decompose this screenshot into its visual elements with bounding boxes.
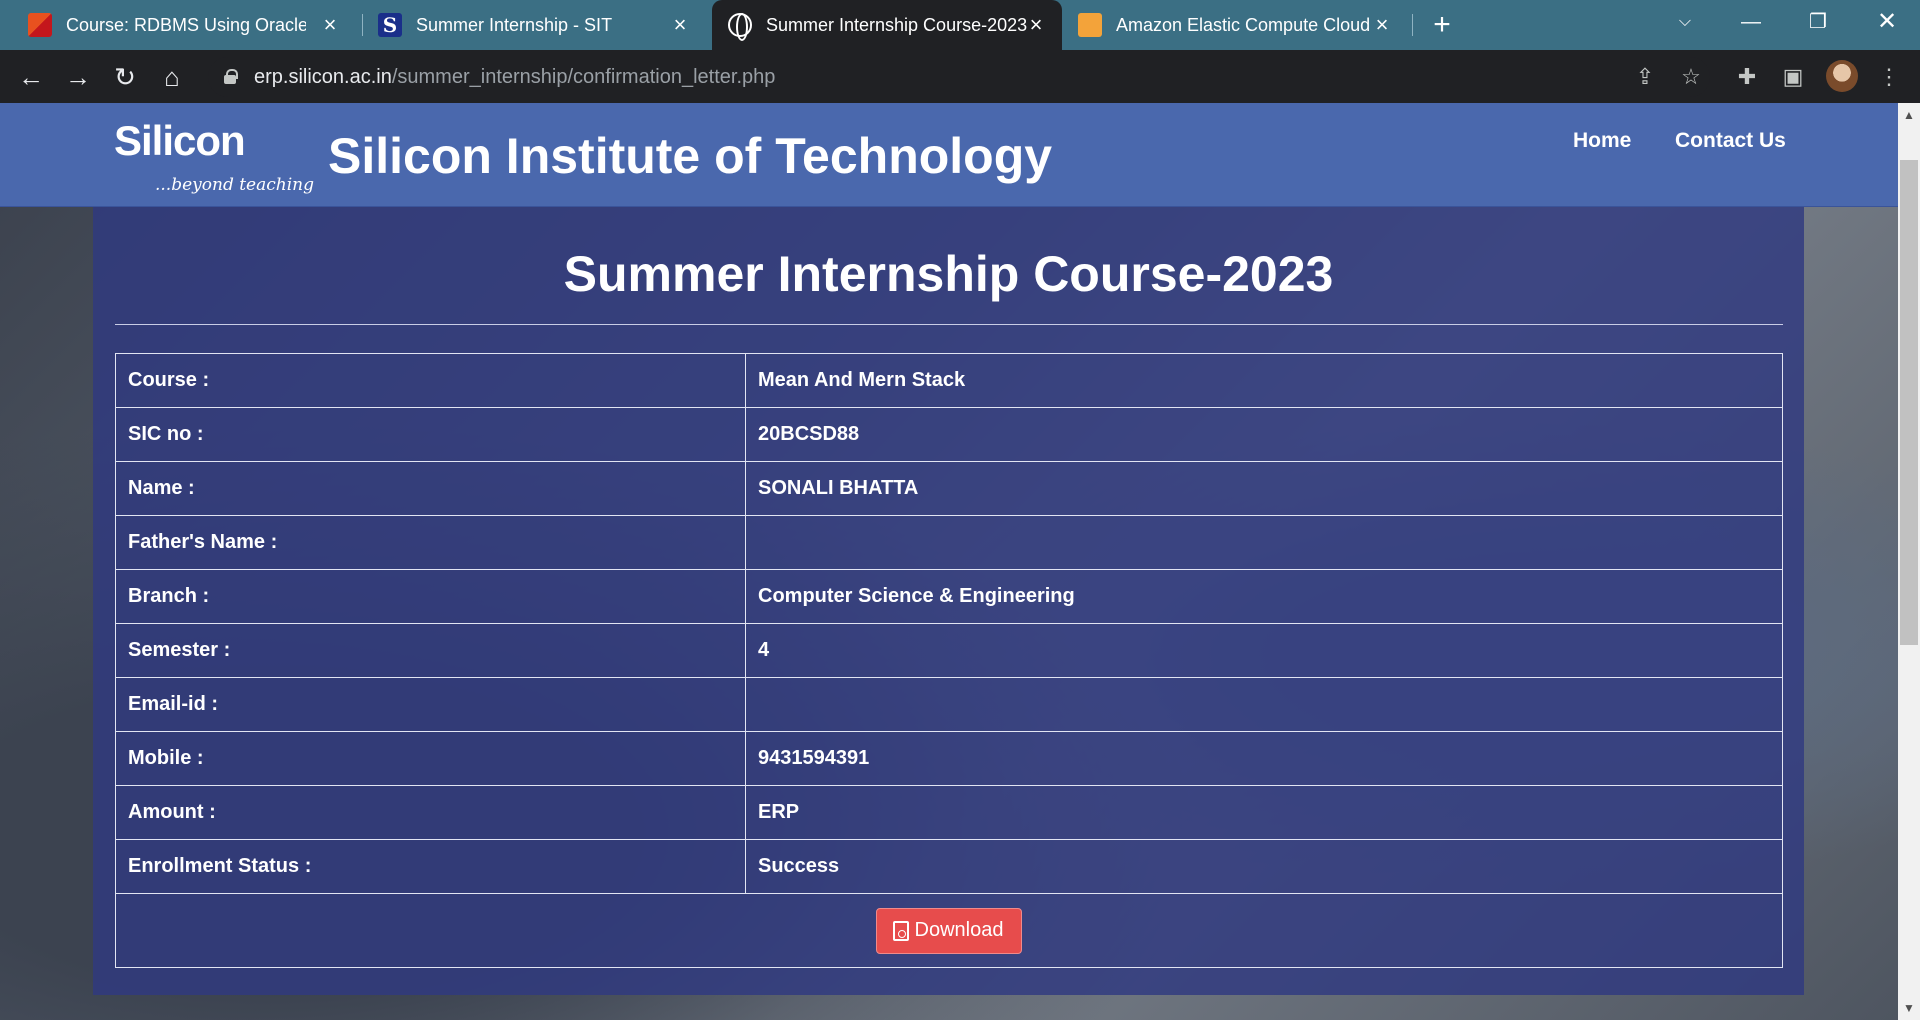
lock-icon[interactable] xyxy=(224,69,238,84)
row-label: Semester : xyxy=(115,623,746,678)
side-panel-icon[interactable]: ▣ xyxy=(1776,60,1810,94)
close-window-icon[interactable]: ✕ xyxy=(1862,0,1912,44)
browser-tab-amazon-ec2[interactable]: Amazon Elastic Compute Cloud ( × xyxy=(1078,0,1408,50)
table-row: Enrollment Status : Success xyxy=(115,839,1783,894)
pdf-file-icon xyxy=(892,920,909,941)
page-viewport: Silicon ...beyond teaching Silicon Insti… xyxy=(0,103,1898,1020)
browser-toolbar: ← → ↻ ⌂ erp.silicon.ac.in/summer_interns… xyxy=(0,50,1920,103)
table-row: Branch : Computer Science & Engineering xyxy=(115,569,1783,624)
close-tab-icon[interactable]: × xyxy=(318,13,342,37)
scroll-down-arrow-icon[interactable]: ▼ xyxy=(1898,998,1920,1018)
profile-avatar[interactable] xyxy=(1826,60,1858,92)
table-row: Mobile :9431594391 xyxy=(115,731,1783,786)
download-label: Download xyxy=(914,919,1004,941)
address-bar[interactable]: erp.silicon.ac.in/summer_internship/conf… xyxy=(208,57,1710,97)
enrollment-details-table: Course : Mean And Mern Stack SIC no :20BC… xyxy=(115,353,1783,968)
oracle-favicon-icon xyxy=(28,13,52,37)
new-tab-button[interactable]: + xyxy=(1426,9,1458,41)
scroll-up-arrow-icon[interactable]: ▲ xyxy=(1898,105,1920,125)
minimize-window-icon[interactable]: — xyxy=(1726,0,1776,44)
back-arrow-icon[interactable]: ← xyxy=(14,60,48,94)
close-tab-icon[interactable]: × xyxy=(668,13,692,37)
download-button[interactable]: Download xyxy=(875,907,1023,954)
browser-tab-rdbms[interactable]: Course: RDBMS Using Oracle × xyxy=(28,0,356,50)
close-tab-icon[interactable]: × xyxy=(1024,13,1048,37)
logo-tagline: ...beyond teaching xyxy=(155,175,314,195)
close-tab-icon[interactable]: × xyxy=(1370,13,1394,37)
tab-title: Summer Internship Course-2023 xyxy=(766,14,1028,35)
row-label: Father's Name : xyxy=(115,515,746,570)
row-value xyxy=(745,677,1783,732)
table-row: Name : SONALI BHATTA xyxy=(115,461,1783,516)
row-value: 9431594391 xyxy=(745,731,1783,786)
table-row: Email-id : xyxy=(115,677,1783,732)
row-label: Name : xyxy=(115,461,746,516)
silicon-logo[interactable]: Silicon xyxy=(114,117,246,165)
row-label: Course : xyxy=(115,353,746,408)
page-title: Summer Internship Course-2023 xyxy=(563,246,1334,302)
nav-contact-us-link[interactable]: Contact Us xyxy=(1675,129,1786,153)
browser-menu-icon[interactable]: ⋮ xyxy=(1872,60,1906,94)
row-value xyxy=(745,515,1783,570)
table-row: Course : Mean And Mern Stack xyxy=(115,353,1783,408)
row-value: 4 xyxy=(745,623,1783,678)
extensions-puzzle-icon[interactable]: ✚ xyxy=(1730,60,1764,94)
site-title: Silicon Institute of Technology xyxy=(328,128,1053,184)
title-divider xyxy=(115,324,1783,325)
share-icon[interactable]: ⇪ xyxy=(1628,60,1662,94)
tab-title: Amazon Elastic Compute Cloud ( xyxy=(1116,14,1372,35)
row-value: SONALI BHATTA xyxy=(745,461,1783,516)
aws-box-favicon-icon xyxy=(1078,13,1102,37)
row-value: Mean And Mern Stack xyxy=(745,353,1783,408)
row-label: Mobile : xyxy=(115,731,746,786)
table-row: Amount : ERP xyxy=(115,785,1783,840)
row-label: Email-id : xyxy=(115,677,746,732)
browser-tab-summer-internship-sit[interactable]: S Summer Internship - SIT × xyxy=(378,0,706,50)
table-row: Semester :4 xyxy=(115,623,1783,678)
restore-window-icon[interactable]: ❐ xyxy=(1793,0,1843,44)
confirmation-panel: Summer Internship Course-2023 Course : Me… xyxy=(93,207,1804,995)
forward-arrow-icon[interactable]: → xyxy=(61,60,95,94)
table-row: Father's Name : xyxy=(115,515,1783,570)
row-value: ERP xyxy=(745,785,1783,840)
reload-icon[interactable]: ↻ xyxy=(108,60,142,94)
row-value: Success xyxy=(745,839,1783,894)
tab-search-icon[interactable]: ⌵ xyxy=(1660,0,1710,44)
download-row: Download xyxy=(115,893,1783,968)
row-label: Enrollment Status : xyxy=(115,839,746,894)
tab-title: Summer Internship - SIT xyxy=(416,14,613,35)
home-icon[interactable]: ⌂ xyxy=(155,60,189,94)
url-text: erp.silicon.ac.in/summer_internship/conf… xyxy=(254,66,776,88)
browser-tab-strip: Course: RDBMS Using Oracle × S Summer In… xyxy=(0,0,1920,50)
row-label: Branch : xyxy=(115,569,746,624)
tab-divider xyxy=(362,14,363,36)
scrollbar-thumb[interactable] xyxy=(1900,160,1918,645)
row-value: 20BCSD88 xyxy=(745,407,1783,462)
row-value: Computer Science & Engineering xyxy=(745,569,1783,624)
site-header: Silicon ...beyond teaching Silicon Insti… xyxy=(0,103,1898,207)
nav-home-link[interactable]: Home xyxy=(1573,129,1631,153)
table-row: SIC no :20BCSD88 xyxy=(115,407,1783,462)
row-label: SIC no : xyxy=(115,407,746,462)
silicon-s-favicon-icon: S xyxy=(378,13,402,37)
row-label: Amount : xyxy=(115,785,746,840)
bookmark-star-icon[interactable]: ☆ xyxy=(1674,60,1708,94)
browser-tab-summer-internship-course[interactable]: Summer Internship Course-2023 × xyxy=(712,0,1062,50)
tab-title: Course: RDBMS Using Oracle xyxy=(66,14,306,35)
tab-divider xyxy=(1412,14,1413,36)
globe-favicon-icon xyxy=(728,13,752,41)
download-cell: Download xyxy=(115,893,1783,968)
